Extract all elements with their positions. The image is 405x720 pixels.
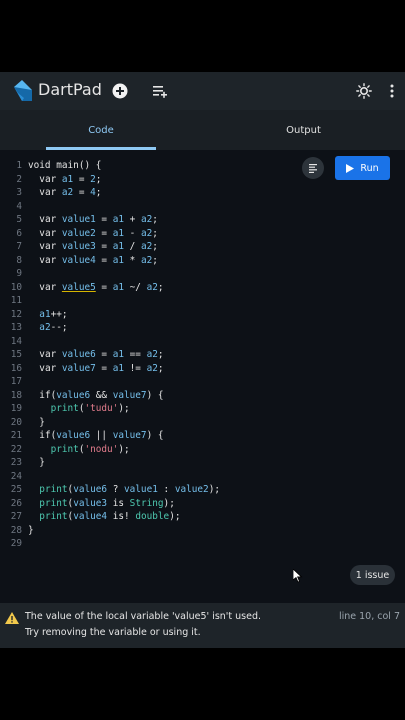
line-number: 23 [10,457,22,468]
line-number: 5 [16,214,22,225]
line-number: 9 [16,268,22,279]
run-button-label: Run [360,162,379,174]
line-number: 24 [10,470,22,482]
line-number: 15 [10,349,22,360]
line-number: 19 [10,403,22,414]
line-number: 29 [10,538,22,549]
line-number: 17 [10,376,22,387]
line-number: 25 [10,484,22,495]
line-text: if(value6 || value7) { [39,430,164,441]
line-number: 4 [16,200,22,212]
line-number: 13 [10,322,22,333]
line-text: void main() { [28,160,102,171]
line-number: 14 [10,335,22,347]
line-number: 16 [10,362,22,374]
line-text: var a1 = 2; [39,173,102,185]
format-button[interactable] [302,157,324,179]
line-text: var a2 = 4; [39,187,102,198]
line-number: 3 [16,187,22,198]
new-pad-button[interactable] [110,81,130,101]
line-text: var value1 = a1 + a2; [39,214,158,225]
overflow-menu-icon [390,84,394,98]
line-text: print('tudu'); [50,403,130,414]
samples-menu-button[interactable] [150,81,170,101]
line-text: } [28,457,45,468]
line-number: 1 [16,160,22,171]
line-text: var value4 = a1 * a2; [39,254,158,266]
tab-bar: Code Output [0,110,405,150]
line-number: 8 [16,254,22,266]
overflow-menu-button[interactable] [382,81,402,101]
line-number: 28 [10,524,22,536]
line-text: var value7 = a1 != a2; [39,362,164,374]
line-number: 21 [10,430,22,441]
line-text: if(value6 && value7) { [39,389,164,401]
line-text: var value2 = a1 - a2; [39,227,158,239]
issues-badge[interactable]: 1 issue [350,565,395,585]
line-text: var value5 = a1 ~/ a2; [39,281,164,293]
issue-message[interactable]: The value of the local variable 'value5'… [25,611,261,622]
line-text: print(value4 is! double); [39,511,181,522]
line-text: print('nodu'); [50,443,130,455]
warning-icon [5,612,19,624]
play-icon [346,163,355,173]
line-number: 7 [16,241,22,252]
line-text: var value3 = a1 / a2; [39,241,158,252]
line-number: 18 [10,389,22,401]
app-bar: DartPad [0,72,405,110]
tab-code[interactable]: Code [0,110,202,150]
issue-position[interactable]: line 10, col 7 [339,611,400,622]
line-text: print(value6 ? value1 : value2); [39,484,220,495]
problems-panel: The value of the local variable 'value5'… [0,603,405,648]
line-number: 22 [10,443,22,455]
line-text: } [28,524,34,536]
samples-menu-icon [153,86,167,98]
line-number: 11 [10,295,22,306]
dartpad-window: DartPad Code Output 1 void main() {2 va… [0,72,405,648]
run-button[interactable]: Run [335,156,390,180]
line-number: 27 [10,511,22,522]
line-text: var value6 = a1 == a2; [39,349,164,360]
app-title: DartPad [38,80,102,99]
new-pad-icon [112,83,128,99]
line-text: } [28,416,45,428]
line-number: 12 [10,308,22,320]
theme-toggle-button[interactable] [354,81,374,101]
line-number: 20 [10,416,22,428]
code-editor[interactable]: 1 void main() { 2 var a1 = 2; 3 var a2 = 4;… [0,150,405,603]
line-number: 26 [10,497,22,509]
line-number: 2 [16,173,22,185]
issue-hint: Try removing the variable or using it. [25,627,201,638]
format-icon [309,164,317,173]
tab-output[interactable]: Output [202,110,405,150]
line-number: 10 [10,281,22,293]
dart-logo-icon [14,80,32,101]
line-text: print(value3 is String); [39,497,175,509]
line-text: a1++; [39,308,68,320]
mouse-cursor-icon [293,569,303,583]
theme-toggle-icon [356,83,372,99]
line-number: 6 [16,227,22,239]
line-text: a2--; [39,322,68,333]
